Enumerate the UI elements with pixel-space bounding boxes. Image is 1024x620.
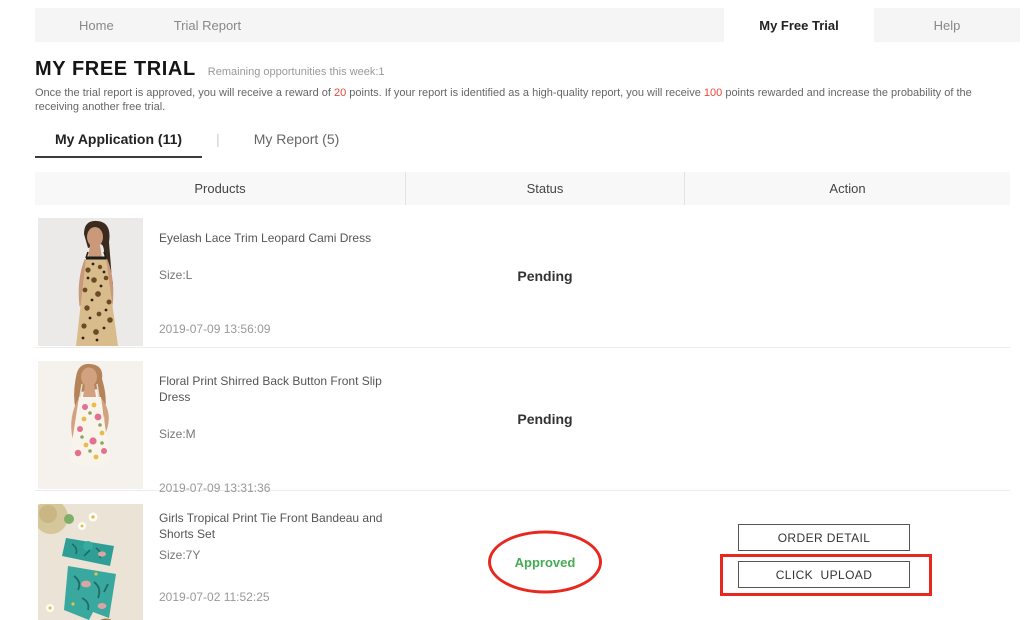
application-date: 2019-07-02 11:52:25 — [159, 590, 405, 604]
status-cell: Pending — [405, 205, 685, 347]
products-cell: Eyelash Lace Trim Leopard Cami Dress Siz… — [35, 205, 405, 347]
product-size: Size:M — [159, 427, 405, 441]
status-pending: Pending — [517, 268, 572, 284]
nav-item-trial-report[interactable]: Trial Report — [144, 18, 271, 33]
approved-status-annotation-ellipse — [488, 531, 602, 594]
nav-item-help[interactable]: Help — [874, 8, 1020, 42]
click-upload-annotation-box: CLICK UPLOAD — [720, 554, 932, 596]
product-name[interactable]: Eyelash Lace Trim Leopard Cami Dress — [159, 230, 405, 246]
product-size: Size:7Y — [159, 548, 405, 562]
table-row: Eyelash Lace Trim Leopard Cami Dress Siz… — [35, 205, 1010, 348]
reward-points-100: 100 — [704, 87, 722, 99]
free-trial-page: Home Trial Report My Free Trial Help MY … — [0, 8, 1024, 620]
leopard-cami-dress-image — [38, 218, 143, 346]
product-photo[interactable] — [38, 218, 143, 346]
product-info: Eyelash Lace Trim Leopard Cami Dress Siz… — [159, 218, 405, 347]
status-cell: Approved — [405, 491, 685, 620]
column-header-products: Products — [35, 172, 405, 205]
product-photo[interactable] — [38, 361, 143, 489]
table-header: Products Status Action — [35, 172, 1010, 205]
reward-description: Once the trial report is approved, you w… — [35, 86, 989, 114]
table-row: Girls Tropical Print Tie Front Bandeau a… — [35, 491, 1010, 620]
products-cell: Girls Tropical Print Tie Front Bandeau a… — [35, 491, 405, 620]
action-buttons: ORDER DETAIL CLICK UPLOAD — [685, 491, 1010, 596]
click-upload-button[interactable]: CLICK UPLOAD — [738, 561, 910, 588]
reward-points-20: 20 — [334, 87, 346, 99]
status-pending: Pending — [517, 411, 572, 427]
product-photo[interactable] — [38, 504, 143, 620]
order-detail-button[interactable]: ORDER DETAIL — [738, 524, 910, 551]
action-cell — [685, 205, 1010, 347]
tab-my-report[interactable]: My Report (5) — [234, 127, 360, 156]
column-header-status: Status — [405, 172, 685, 205]
page-title: MY FREE TRIAL — [35, 58, 196, 81]
application-date: 2019-07-09 13:56:09 — [159, 322, 405, 336]
tabs-bar: My Application (11) | My Report (5) — [35, 127, 989, 158]
product-info: Floral Print Shirred Back Button Front S… — [159, 361, 405, 490]
status-cell: Pending — [405, 348, 685, 490]
action-cell: ORDER DETAIL CLICK UPLOAD — [685, 491, 1010, 620]
remaining-opportunities: Remaining opportunities this week:1 — [208, 66, 385, 78]
product-name[interactable]: Girls Tropical Print Tie Front Bandeau a… — [159, 510, 405, 542]
action-cell — [685, 348, 1010, 490]
top-nav-left-group: Home Trial Report — [35, 8, 724, 42]
product-name[interactable]: Floral Print Shirred Back Button Front S… — [159, 373, 405, 405]
title-row: MY FREE TRIAL Remaining opportunities th… — [35, 58, 989, 81]
tab-separator: | — [216, 127, 220, 147]
column-header-action: Action — [685, 172, 1010, 205]
product-size: Size:L — [159, 268, 405, 282]
product-info: Girls Tropical Print Tie Front Bandeau a… — [159, 504, 405, 620]
table-body: Eyelash Lace Trim Leopard Cami Dress Siz… — [35, 205, 1010, 620]
nav-item-my-free-trial[interactable]: My Free Trial — [724, 8, 874, 42]
tropical-bandeau-shorts-set-image — [38, 504, 143, 620]
tab-my-application[interactable]: My Application (11) — [35, 127, 202, 158]
nav-item-home[interactable]: Home — [49, 18, 144, 33]
table-row: Floral Print Shirred Back Button Front S… — [35, 348, 1010, 491]
products-cell: Floral Print Shirred Back Button Front S… — [35, 348, 405, 490]
top-nav: Home Trial Report My Free Trial Help — [35, 8, 1020, 42]
floral-slip-dress-image — [38, 361, 143, 489]
